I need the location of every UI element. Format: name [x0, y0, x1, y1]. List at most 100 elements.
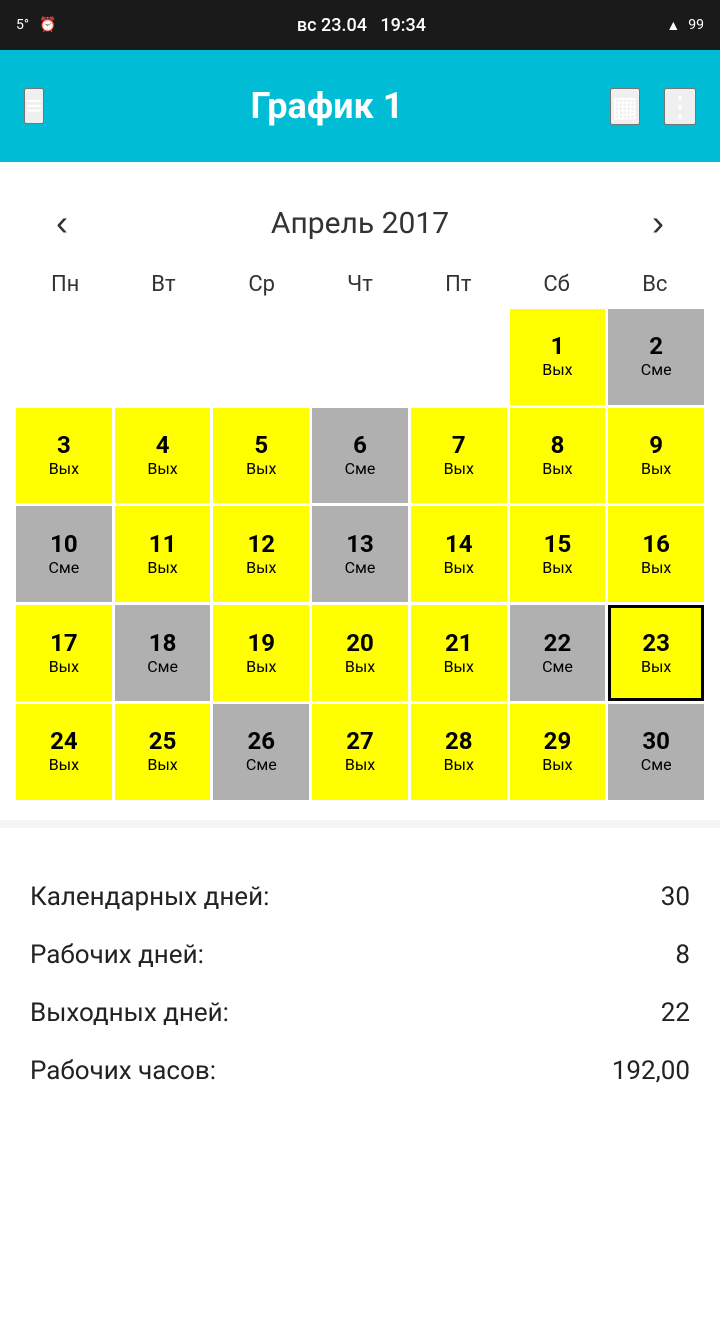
calendar-cell-24[interactable]: 24Вых — [16, 704, 112, 800]
calendar-cell-5[interactable]: 5Вых — [213, 408, 309, 504]
cell-label: Сме — [641, 360, 672, 379]
cell-label: Сме — [246, 755, 277, 774]
month-navigation: ‹ Апрель 2017 › — [16, 182, 704, 264]
day-header: Пт — [409, 264, 507, 305]
calendar-cell-empty — [115, 309, 211, 405]
calendar-cell-4[interactable]: 4Вых — [115, 408, 211, 504]
cell-label: Вых — [49, 755, 79, 774]
stat-label: Рабочих дней: — [30, 940, 204, 970]
calendar-cell-11[interactable]: 11Вых — [115, 506, 211, 602]
bottom-area — [0, 1130, 720, 1330]
calendar-cell-2[interactable]: 2 Сме — [608, 309, 704, 405]
day-header: Пн — [16, 264, 114, 305]
battery-display: 99 — [688, 17, 704, 33]
calendar-icon: ▦ — [612, 91, 638, 122]
cell-label: Вых — [246, 657, 276, 676]
day-header: Ср — [213, 264, 311, 305]
calendar-cell-13[interactable]: 13 Сме — [312, 506, 408, 602]
cell-label: Вых — [345, 657, 375, 676]
calendar-cell-6[interactable]: 6Сме — [312, 408, 408, 504]
calendar-cell-18[interactable]: 18Сме — [115, 605, 211, 701]
calendar-cell-15[interactable]: 15Вых — [510, 506, 606, 602]
calendar-cell-26[interactable]: 26Сме — [213, 704, 309, 800]
cell-number: 1 — [551, 334, 565, 358]
cell-number: 13 — [346, 532, 374, 556]
stat-label: Выходных дней: — [30, 998, 229, 1028]
prev-month-button[interactable]: ‹ — [46, 202, 78, 244]
stat-row: Выходных дней:22 — [30, 984, 690, 1042]
cell-number: 23 — [642, 631, 670, 655]
calendar-icon-button[interactable]: ▦ — [610, 88, 640, 125]
stat-value: 30 — [661, 882, 690, 912]
alarm-icon: ⏰ — [39, 17, 56, 33]
calendar-cell-29[interactable]: 29 Вых — [510, 704, 606, 800]
cell-label: Вых — [444, 558, 474, 577]
cell-label: Вых — [641, 558, 671, 577]
calendar-cell-3[interactable]: 3Вых — [16, 408, 112, 504]
status-left: 5° ⏰ — [16, 17, 57, 33]
cell-label: Вых — [246, 558, 276, 577]
calendar-cell-30[interactable]: 30Сме — [608, 704, 704, 800]
hamburger-icon: ≡ — [26, 90, 42, 121]
cell-number: 25 — [149, 729, 177, 753]
day-header: Вт — [114, 264, 212, 305]
status-center: вс 23.04 19:34 — [297, 15, 426, 36]
calendar-cell-23[interactable]: 23Вых — [608, 605, 704, 701]
calendar-cell-empty — [411, 309, 507, 405]
cell-number: 6 — [353, 433, 367, 457]
cell-number: 14 — [445, 532, 473, 556]
calendar-cell-8[interactable]: 8Вых — [510, 408, 606, 504]
calendar-cell-19[interactable]: 19 Вых — [213, 605, 309, 701]
cell-number: 29 — [544, 729, 572, 753]
calendar-cell-25[interactable]: 25 Вых — [115, 704, 211, 800]
next-month-button[interactable]: › — [642, 202, 674, 244]
calendar-cell-27[interactable]: 27Вых — [312, 704, 408, 800]
cell-label: Вых — [147, 459, 177, 478]
calendar-cell-1[interactable]: 1 Вых — [510, 309, 606, 405]
month-title: Апрель 2017 — [271, 206, 449, 241]
cell-label: Вых — [542, 459, 572, 478]
stat-row: Календарных дней:30 — [30, 868, 690, 926]
calendar-cell-16[interactable]: 16 Вых — [608, 506, 704, 602]
cell-label: Вых — [542, 755, 572, 774]
cell-label: Вых — [444, 459, 474, 478]
calendar-cell-12[interactable]: 12 Вых — [213, 506, 309, 602]
calendar-cell-21[interactable]: 21Вых — [411, 605, 507, 701]
cell-label: Вых — [147, 558, 177, 577]
cell-label: Сме — [48, 558, 79, 577]
toolbar-actions: ▦ ⋮ — [610, 88, 696, 125]
more-options-button[interactable]: ⋮ — [664, 88, 696, 125]
cell-label: Вых — [444, 657, 474, 676]
cell-number: 22 — [544, 631, 572, 655]
cell-number: 16 — [642, 532, 670, 556]
calendar-cell-28[interactable]: 28Вых — [411, 704, 507, 800]
calendar-cell-14[interactable]: 14 Вых — [411, 506, 507, 602]
status-bar: 5° ⏰ вс 23.04 19:34 ▲ 99 — [0, 0, 720, 50]
cell-number: 19 — [248, 631, 276, 655]
calendar-cell-17[interactable]: 17Вых — [16, 605, 112, 701]
menu-button[interactable]: ≡ — [24, 88, 44, 124]
status-right: ▲ 99 — [666, 17, 704, 34]
cell-number: 2 — [649, 334, 663, 358]
cell-label: Вых — [49, 657, 79, 676]
cell-number: 30 — [642, 729, 670, 753]
stat-row: Рабочих дней:8 — [30, 926, 690, 984]
cell-label: Вых — [542, 360, 572, 379]
calendar-cell-9[interactable]: 9Вых — [608, 408, 704, 504]
calendar-cell-20[interactable]: 20Вых — [312, 605, 408, 701]
cell-label: Сме — [345, 558, 376, 577]
cell-number: 18 — [149, 631, 177, 655]
more-icon: ⋮ — [666, 91, 694, 122]
cell-number: 15 — [544, 532, 572, 556]
date-display: вс 23.04 — [297, 15, 367, 36]
calendar-cell-empty — [312, 309, 408, 405]
cell-label: Вых — [444, 755, 474, 774]
cell-number: 12 — [248, 532, 276, 556]
calendar-cell-10[interactable]: 10Сме — [16, 506, 112, 602]
calendar-cell-7[interactable]: 7Вых — [411, 408, 507, 504]
cell-number: 27 — [346, 729, 374, 753]
cell-label: Вых — [147, 755, 177, 774]
calendar-container: ‹ Апрель 2017 › ПнВтСрЧтПтСбВс 1Вых2Сме3… — [0, 162, 720, 820]
calendar-cell-22[interactable]: 22Сме — [510, 605, 606, 701]
day-header: Сб — [507, 264, 605, 305]
